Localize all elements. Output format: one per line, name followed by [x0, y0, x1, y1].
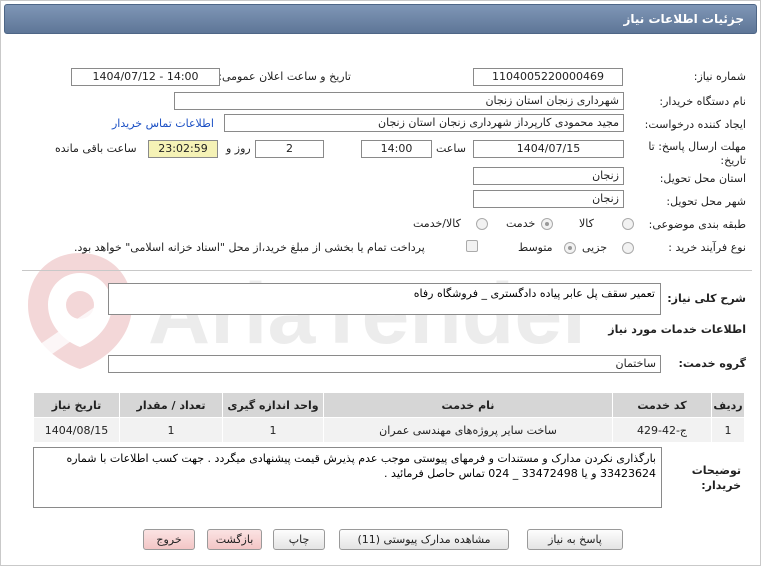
col-header-need-date: تاریخ نیاز	[33, 392, 120, 418]
deadline-time-field[interactable]: 14:00	[361, 140, 432, 158]
col-header-service-name: نام خدمت	[323, 392, 613, 418]
general-description-label: شرح کلی نیاز:	[667, 292, 746, 305]
services-info-heading: اطلاعات خدمات مورد نیاز	[608, 323, 746, 336]
category-goods-service-radio[interactable]	[476, 218, 488, 230]
buyer-notes-field[interactable]: بارگذاری نکردن مدارک و مستندات و فرمهای …	[33, 447, 662, 508]
deadline-days-field[interactable]: 2	[255, 140, 324, 158]
delivery-province-label: استان محل تحویل:	[659, 172, 746, 185]
cell-need-date: 1404/08/15	[33, 417, 120, 443]
services-table: ردیف کد خدمت نام خدمت واحد اندازه گیری ت…	[33, 392, 745, 443]
treasury-note: پرداخت تمام یا بخشی از مبلغ خرید،از محل …	[74, 241, 425, 254]
buyer-org-field[interactable]: شهرداری زنجان استان زنجان	[174, 92, 624, 110]
exit-button[interactable]: خروج	[143, 529, 195, 550]
deadline-label-2: تاریخ:	[720, 154, 746, 167]
view-attachments-button[interactable]: مشاهده مدارک پیوستی (11)	[339, 529, 509, 550]
remaining-time-label: ساعت باقی مانده	[55, 142, 137, 155]
delivery-province-field[interactable]: زنجان	[473, 167, 624, 185]
general-description-field[interactable]: تعمیر سقف پل عابر پیاده دادگستری _ فروشگ…	[108, 283, 661, 315]
announce-datetime-field[interactable]: 1404/07/12 - 14:00	[71, 68, 220, 86]
need-number-field[interactable]: 1104005220000469	[473, 68, 623, 86]
category-goods-service-label: کالا/خدمت	[413, 217, 461, 230]
service-group-field[interactable]: ساختمان	[108, 355, 661, 373]
col-header-service-code: کد خدمت	[612, 392, 712, 418]
separator	[22, 270, 752, 271]
category-service-radio[interactable]	[541, 218, 553, 230]
delivery-city-label: شهر محل تحویل:	[666, 195, 746, 208]
cell-row-number: 1	[711, 417, 745, 443]
deadline-date-field[interactable]: 1404/07/15	[473, 140, 624, 158]
deadline-label: مهلت ارسال پاسخ: تا	[648, 140, 746, 153]
purchase-medium-label: متوسط	[518, 241, 553, 254]
table-row[interactable]: 1 ج-42-429 ساخت سایر پروژه‌های مهندسی عم…	[33, 417, 745, 443]
purchase-small-label: جزیی	[582, 241, 608, 254]
window-title: جزئیات اطلاعات نیاز	[623, 12, 744, 26]
buyer-org-label: نام دستگاه خریدار:	[659, 95, 746, 108]
service-group-label: گروه خدمت:	[678, 357, 746, 370]
col-header-row-number: ردیف	[711, 392, 745, 418]
deadline-time-label: ساعت	[436, 142, 466, 155]
back-button[interactable]: بازگشت	[207, 529, 262, 550]
category-goods-radio[interactable]	[622, 218, 634, 230]
purchase-medium-radio[interactable]	[564, 242, 576, 254]
cell-quantity: 1	[119, 417, 223, 443]
cell-service-code: ج-42-429	[612, 417, 712, 443]
remaining-time-field: 23:02:59	[148, 140, 218, 158]
table-header-row: ردیف کد خدمت نام خدمت واحد اندازه گیری ت…	[33, 392, 745, 418]
category-label: طبقه بندی موضوعی:	[648, 218, 746, 231]
cell-service-name: ساخت سایر پروژه‌های مهندسی عمران	[323, 417, 613, 443]
requester-field[interactable]: مجید محمودی کارپرداز شهرداری زنجان استان…	[224, 114, 624, 132]
buyer-notes-label: توضیحات	[691, 464, 741, 477]
buyer-contact-link[interactable]: اطلاعات تماس خریدار	[112, 117, 214, 130]
reply-button[interactable]: پاسخ به نیاز	[527, 529, 623, 550]
print-button[interactable]: چاپ	[273, 529, 325, 550]
purchase-type-label: نوع فرآیند خرید :	[668, 241, 746, 254]
col-header-unit: واحد اندازه گیری	[222, 392, 324, 418]
category-service-label: خدمت	[506, 217, 536, 230]
category-goods-label: کالا	[579, 217, 594, 230]
delivery-city-field[interactable]: زنجان	[473, 190, 624, 208]
requester-label: ایجاد کننده درخواست:	[644, 118, 746, 131]
deadline-days-label: روز و	[226, 142, 251, 155]
title-bar: جزئیات اطلاعات نیاز	[4, 4, 757, 34]
announce-datetime-label: تاریخ و ساعت اعلان عمومی:	[218, 70, 351, 83]
buyer-notes-label-2: خریدار:	[701, 479, 741, 492]
treasury-checkbox[interactable]	[466, 240, 478, 252]
cell-unit: 1	[222, 417, 324, 443]
need-number-label: شماره نیاز:	[693, 70, 746, 83]
purchase-small-radio[interactable]	[622, 242, 634, 254]
col-header-quantity: تعداد / مقدار	[119, 392, 223, 418]
